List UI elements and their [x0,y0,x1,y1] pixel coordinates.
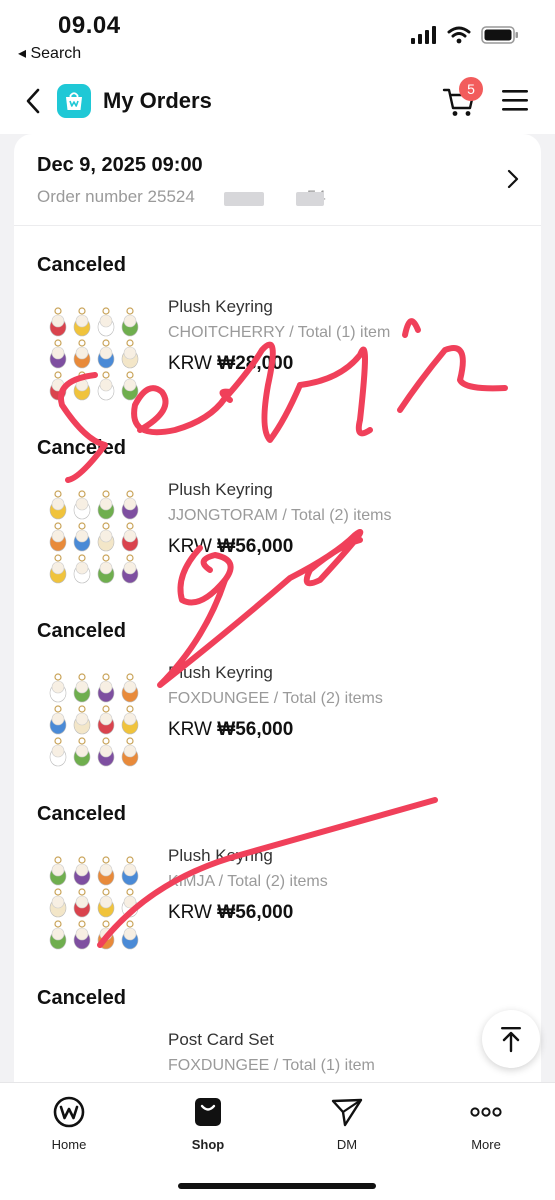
item-meta: FOXDUNGEE / Total (2) items [168,690,383,707]
nav-shop[interactable]: Shop [163,1095,253,1155]
item-status: Canceled [37,437,126,459]
hamburger-menu-icon[interactable] [502,86,528,114]
price-currency: KRW [168,719,212,740]
item-status: Canceled [37,803,126,825]
price-amount: ₩56,000 [217,536,294,557]
price-currency: KRW [168,902,212,923]
status-time: 09.04 [58,12,121,39]
item-meta: KIMJA / Total (2) items [168,873,328,890]
order-item[interactable]: Canceled Plush Keyring CHOITCHERRY / Tot… [14,254,541,438]
price-currency: KRW [168,536,212,557]
back-to-search-link[interactable]: ◂ Search [18,43,81,63]
page-title: My Orders [103,88,212,113]
shopping-bag-icon [195,1098,221,1126]
item-price: KRW ₩56,000 [168,536,293,558]
signal-icon [411,26,436,44]
item-meta: FOXDUNGEE / Total (1) item [168,1057,375,1074]
send-icon [331,1098,363,1127]
nav-label: Home [51,1137,87,1152]
order-header[interactable]: Dec 9, 2025 09:00 Order number 2552454 [14,134,541,226]
redaction-bar [224,192,264,206]
product-thumbnail [49,673,139,767]
order-item[interactable]: Canceled Plush Keyring JJONGTORAM / Tota… [14,437,541,621]
order-item[interactable]: Canceled Post Card Set FOXDUNGEE / Total… [14,987,541,1094]
price-amount: ₩56,000 [217,719,294,740]
price-amount: ₩28,000 [217,353,294,374]
order-date: Dec 9, 2025 09:00 [37,154,203,176]
redaction-bar [296,192,324,206]
nav-home[interactable]: Home [24,1095,114,1155]
item-status: Canceled [37,254,126,276]
product-thumbnail [49,307,139,401]
item-name: Plush Keyring [168,297,273,316]
status-bar: 09.04 ◂ Search [0,0,555,70]
item-meta: CHOITCHERRY / Total (1) item [168,324,391,341]
item-name: Plush Keyring [168,663,273,682]
scroll-to-top-button[interactable] [482,1010,540,1068]
more-dots-icon [470,1107,502,1117]
chevron-right-icon[interactable] [504,168,522,190]
price-currency: KRW [168,353,212,374]
order-number-prefix: Order number 25524 [37,187,195,206]
w-logo-icon [53,1096,85,1128]
nav-label: Shop [191,1137,225,1152]
order-item[interactable]: Canceled Plush Keyring KIMJA / Total (2)… [14,803,541,987]
item-name: Plush Keyring [168,480,273,499]
nav-label: DM [336,1137,358,1152]
wifi-icon [447,26,471,44]
home-indicator [178,1183,376,1189]
status-icons [411,26,519,44]
product-thumbnail [49,490,139,584]
item-price: KRW ₩28,000 [168,353,293,375]
order-card: Dec 9, 2025 09:00 Order number 2552454 C… [14,134,541,1094]
item-price: KRW ₩56,000 [168,719,293,741]
nav-more[interactable]: More [441,1095,531,1155]
item-status: Canceled [37,987,126,1009]
battery-icon [481,26,518,44]
cart-count-badge: 5 [459,77,483,101]
item-name: Plush Keyring [168,846,273,865]
shop-bag-logo-icon [57,84,91,118]
item-price: KRW ₩56,000 [168,902,293,924]
back-arrow-icon[interactable] [18,84,52,118]
item-name: Post Card Set [168,1030,274,1049]
price-amount: ₩56,000 [217,902,294,923]
item-status: Canceled [37,620,126,642]
order-number: Order number 2552454 [37,187,326,207]
nav-label: More [471,1137,501,1152]
bottom-nav: Home Shop DM More [0,1082,555,1200]
product-thumbnail [49,856,139,950]
item-meta: JJONGTORAM / Total (2) items [168,507,392,524]
nav-dm[interactable]: DM [302,1095,392,1155]
arrow-up-icon [501,1027,521,1053]
order-item[interactable]: Canceled Plush Keyring FOXDUNGEE / Total… [14,620,541,804]
